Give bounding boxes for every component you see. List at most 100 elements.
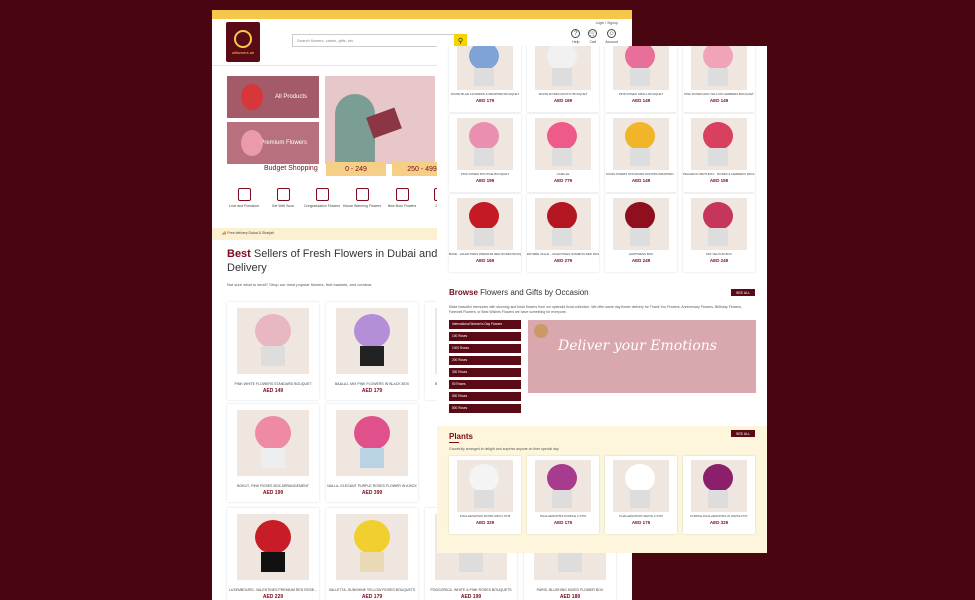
product-card[interactable]: WHITE BLUE FLOWERS & WRAPPER BOUQUET AED … [449, 46, 521, 112]
product-card[interactable]: ENTRÉE VALLE - VALENTINES SUMMON RED ROS… [527, 194, 599, 272]
occasion-list: International Women's Day Flowers 100 Ros… [449, 320, 521, 416]
product-card[interactable]: PHALAENOPSIS PURPLE 2 STM AED 175 [527, 456, 599, 534]
product-image [457, 118, 513, 170]
product-image [691, 118, 747, 170]
product-card[interactable]: MIX VELOUR BOX AED 249 [683, 194, 755, 272]
product-card[interactable]: LUXEMBOURG- VALENTINES PREMIUM RED ROSE.… [227, 508, 319, 600]
gift-icon [276, 188, 290, 201]
product-price: AED 329 [475, 520, 495, 525]
product-image [336, 410, 408, 476]
product-image [535, 460, 591, 512]
product-name: PINK ROSES SMALL BOUQUET [618, 92, 664, 96]
product-name: CAMILLE [556, 172, 570, 176]
all-products-banner[interactable]: All Products [227, 76, 319, 118]
cart-button[interactable]: 🛒 Cart [588, 29, 598, 44]
product-image [613, 460, 669, 512]
occasion-item[interactable]: 300 Roses [449, 368, 521, 377]
login-link[interactable]: Login / Signup [596, 21, 618, 25]
best-sellers-subtext: Not sure what to send? Shop our most pop… [227, 282, 373, 287]
product-image [535, 46, 591, 90]
product-card[interactable]: PINK ROSES SMALL BOUQUET AED 149 [605, 46, 677, 112]
product-image [336, 514, 408, 580]
occasion-item[interactable]: International Women's Day Flowers [449, 320, 521, 329]
product-price: AED 175 [553, 520, 573, 525]
plants-heading: Plants [449, 432, 474, 441]
product-image [457, 460, 513, 512]
product-price: AED 249 [709, 258, 729, 263]
flower-image [241, 130, 263, 156]
see-all-plants-button[interactable]: SEE ALL [731, 430, 755, 437]
product-card[interactable]: PINK ROSES AND YELLOW GERBERA BOUQUET AED… [683, 46, 755, 112]
cart-icon: 🛒 [588, 29, 598, 38]
brand-logo [534, 324, 548, 338]
product-card[interactable]: PEACEFUL BIRTHDAY - ROSES & FERRERO ROCH… [683, 114, 755, 192]
product-card[interactable]: HAPPINESS BOX AED 249 [605, 194, 677, 272]
budget-chip[interactable]: 0 - 249 [326, 162, 386, 176]
product-card[interactable]: NALLA- ELEGANT PURPLE ROSES FLOWER IN A … [326, 404, 418, 502]
product-name: PHALAENOPSIS PURPLE 2 STM [540, 514, 586, 518]
product-name: PHALAENOPSIS WHITE 2 STM [619, 514, 663, 518]
product-card[interactable]: BAALAJ- MIX PINK FLOWERS IN BLACK BOX AED… [326, 302, 418, 400]
product-name: PEACEFUL BIRTHDAY - ROSES & FERRERO ROCH… [683, 172, 755, 176]
trophy-icon [315, 188, 329, 201]
product-name: PHALAENOPSIS WHITE MINI 2 STM [459, 514, 511, 518]
occasion-item[interactable]: 50 Roses [449, 380, 521, 389]
occasion-banner[interactable]: Deliver your Emotions [528, 320, 756, 393]
category-new-born[interactable]: New Born Flowers [382, 188, 422, 208]
category-house-warming[interactable]: House Warming Flowers [342, 188, 382, 208]
house-icon [355, 188, 369, 201]
product-image [613, 46, 669, 90]
product-name: WHITE BLUE FLOWERS & WRAPPER BOUQUET [450, 92, 520, 96]
product-image [691, 46, 747, 90]
flower-image [241, 84, 263, 110]
help-button[interactable]: ? Help [571, 29, 581, 44]
product-card[interactable]: PHALAENOPSIS WHITE MINI 2 STM AED 329 [449, 456, 521, 534]
heading-underline [449, 442, 459, 443]
product-card[interactable]: PURPLE PHALAENOPSIS IN WHITE POT AED 329 [683, 456, 755, 534]
product-image [613, 198, 669, 250]
product-price: AED 169 [475, 258, 495, 263]
product-card[interactable]: PINK ROSES ROUTINE BOUQUET AED 199 [449, 114, 521, 192]
account-icon: ☺ [607, 29, 617, 38]
plants-section: Plants SEE ALL Gracefully arranged to de… [437, 426, 767, 553]
product-price: AED 149 [709, 98, 729, 103]
product-image [336, 308, 408, 374]
heart-icon [237, 188, 251, 201]
product-card[interactable]: PINK WHITE FLOWERS STANDARD BOUQUET AED 1… [227, 302, 319, 400]
category-get-well[interactable]: Get Well Soon [263, 188, 303, 208]
product-card[interactable]: BOKUT- PINK ROSES BOX ARRANGEMENTAED 199 [227, 404, 319, 502]
category-congratulation[interactable]: Congratulation Flowers [302, 188, 342, 208]
promo-banner[interactable] [325, 76, 435, 164]
see-all-occasions-button[interactable]: SEE ALL [731, 289, 755, 296]
product-image [613, 118, 669, 170]
woman-illustration [335, 94, 375, 164]
occasion-description: Make beautiful memories with stunning an… [449, 305, 742, 314]
product-image [237, 514, 309, 580]
occasion-item[interactable]: 1000 Roses [449, 344, 521, 353]
product-name: BAKE - VALENTINES PREMIUM RED ROSES BOUQ… [449, 252, 521, 256]
plants-subtitle: Gracefully arranged to delight and surpr… [449, 447, 559, 451]
account-button[interactable]: ☺ Account [605, 29, 618, 44]
product-card[interactable]: BAKE - VALENTINES PREMIUM RED ROSES BOUQ… [449, 194, 521, 272]
product-name: SUNFLOWERS STANDARD DROPPA WRAPPED... [606, 172, 676, 176]
product-card[interactable]: SUNFLOWERS STANDARD DROPPA WRAPPED... AED… [605, 114, 677, 192]
product-price: AED 249 [631, 258, 651, 263]
product-image [691, 460, 747, 512]
product-image [535, 198, 591, 250]
product-name: PURPLE PHALAENOPSIS IN WHITE POT [690, 514, 748, 518]
premium-flowers-banner[interactable]: Premium Flowers [227, 122, 319, 164]
top-bar [212, 10, 632, 19]
occasion-item[interactable]: 500 Roses [449, 392, 521, 401]
product-price: AED 169 [553, 98, 573, 103]
category-love[interactable]: Love and Romance [224, 188, 264, 208]
occasion-item[interactable]: 800 Roses [449, 404, 521, 413]
product-card[interactable]: VALLETTA- SUNSHINE YELLOW ROSES BOUQUETS… [326, 508, 418, 600]
product-card[interactable]: WHITE ROSES EXOTIC BOUQUET AED 169 [527, 46, 599, 112]
product-card[interactable]: CAMILLE AED 779 [527, 114, 599, 192]
product-price: AED 279 [553, 258, 573, 263]
product-card[interactable]: PHALAENOPSIS WHITE 2 STM AED 175 [605, 456, 677, 534]
brand-logo[interactable]: ukflowers.ae [226, 22, 260, 62]
product-image [237, 308, 309, 374]
occasion-item[interactable]: 200 Roses [449, 356, 521, 365]
occasion-item[interactable]: 100 Roses [449, 332, 521, 341]
